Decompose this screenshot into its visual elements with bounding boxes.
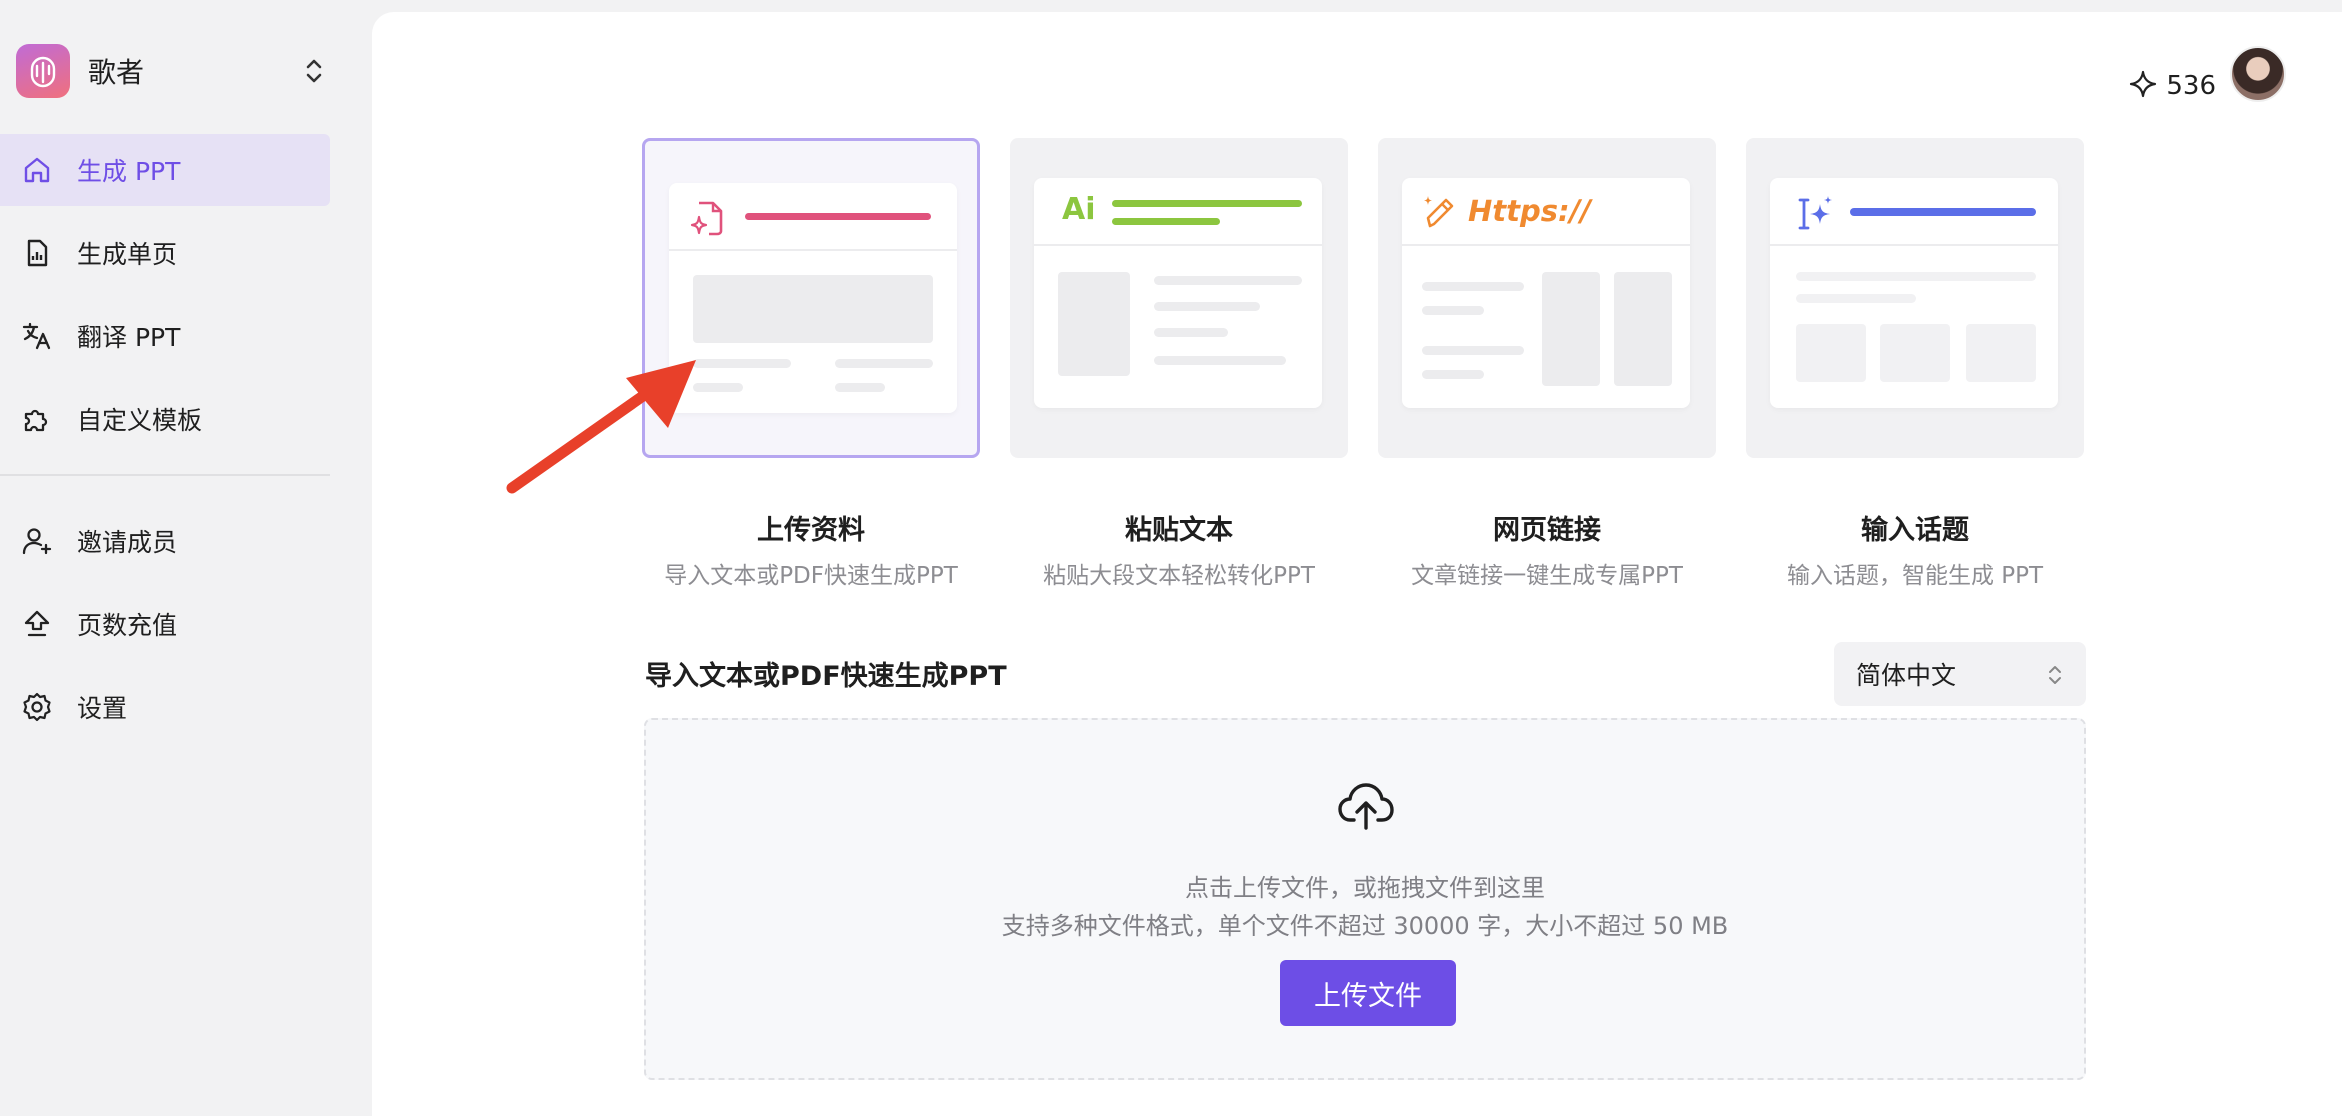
app-logo-icon bbox=[16, 44, 70, 98]
mode-card-topic[interactable] bbox=[1746, 138, 2084, 458]
gear-icon bbox=[20, 690, 54, 724]
home-icon bbox=[20, 153, 54, 187]
mode-subtitle: 导入文本或PDF快速生成PPT bbox=[664, 563, 958, 589]
language-select[interactable]: 简体中文 bbox=[1834, 642, 2086, 706]
mode-subtitle: 粘贴大段文本轻松转化PPT bbox=[1043, 563, 1315, 589]
upload-file-button[interactable]: 上传文件 bbox=[1280, 960, 1456, 1026]
workspace-name: 歌者 bbox=[88, 56, 145, 89]
card-preview: Ai bbox=[1034, 178, 1322, 408]
credits-indicator[interactable]: 536 bbox=[2128, 56, 2216, 116]
mode-card-web-link[interactable]: Https:// bbox=[1378, 138, 1716, 458]
sidebar-item-label: 自定义模板 bbox=[77, 406, 203, 435]
mode-subtitle: 文章链接一键生成专属PPT bbox=[1411, 563, 1683, 589]
sidebar-item-label: 生成单页 bbox=[77, 240, 178, 269]
ai-text-icon: Ai bbox=[1062, 192, 1096, 227]
file-sparkle-icon bbox=[689, 199, 727, 241]
mode-subtitle: 输入话题，智能生成 PPT bbox=[1786, 563, 2044, 589]
sidebar-item-generate-page[interactable]: 生成单页 bbox=[0, 217, 330, 289]
puzzle-icon bbox=[20, 402, 54, 436]
sidebar-item-label: 页数充值 bbox=[77, 610, 178, 640]
sidebar-item-label: 设置 bbox=[77, 693, 128, 723]
sidebar: 歌者 生成 PPT 生成单页 翻译 PPT 自定义模板 邀请成员 页数充值 设置 bbox=[0, 0, 372, 1116]
cursor-sparkle-icon bbox=[1794, 194, 1834, 238]
dropzone-limits: 支持多种文件格式，单个文件不超过 30000 字，大小不超过 50 MB bbox=[1001, 912, 1729, 940]
cloud-upload-icon bbox=[1336, 780, 1396, 832]
annotation-arrow-icon bbox=[506, 360, 696, 494]
mode-cards: 上传资料 导入文本或PDF快速生成PPT Ai 粘贴文本 粘贴大段文本轻松转化P… bbox=[642, 138, 2086, 589]
sidebar-item-label: 邀请成员 bbox=[77, 527, 178, 557]
translate-icon bbox=[20, 319, 54, 353]
file-dropzone[interactable]: 点击上传文件，或拖拽文件到这里 支持多种文件格式，单个文件不超过 30000 字… bbox=[644, 718, 2086, 1080]
sidebar-item-invite-members[interactable]: 邀请成员 bbox=[0, 499, 330, 582]
card-preview: Https:// bbox=[1402, 178, 1690, 408]
mode-card-paste-text[interactable]: Ai bbox=[1010, 138, 1348, 458]
sidebar-item-custom-template[interactable]: 自定义模板 bbox=[0, 383, 330, 455]
sidebar-item-label: 生成 PPT bbox=[77, 157, 181, 186]
upload-arrow-icon bbox=[20, 607, 54, 641]
workspace-switcher[interactable]: 歌者 bbox=[16, 43, 328, 99]
avatar[interactable] bbox=[2230, 46, 2286, 102]
main-panel: 536 上传资料 导入文本或PDF快速生成PPT Ai 粘贴文本 粘贴大段文本轻… bbox=[372, 12, 2342, 1116]
chevron-up-down-icon[interactable] bbox=[300, 55, 328, 87]
sparkle-icon bbox=[2128, 69, 2158, 103]
sidebar-item-settings[interactable]: 设置 bbox=[0, 665, 330, 748]
section-title: 导入文本或PDF快速生成PPT bbox=[645, 661, 1007, 692]
https-label: Https:// bbox=[1468, 194, 1591, 228]
dropzone-instruction: 点击上传文件，或拖拽文件到这里 bbox=[1185, 874, 1545, 902]
mode-title: 粘贴文本 bbox=[1125, 515, 1233, 546]
mode-title: 输入话题 bbox=[1861, 515, 1969, 546]
mode-title: 网页链接 bbox=[1493, 515, 1601, 546]
user-plus-icon bbox=[20, 524, 54, 558]
chevron-up-down-icon bbox=[2046, 662, 2064, 694]
sidebar-item-label: 翻译 PPT bbox=[77, 323, 181, 352]
sidebar-divider bbox=[0, 474, 330, 476]
magic-pen-icon bbox=[1420, 192, 1460, 236]
credits-count: 536 bbox=[2166, 71, 2216, 101]
sidebar-item-translate-ppt[interactable]: 翻译 PPT bbox=[0, 300, 330, 372]
sidebar-item-recharge[interactable]: 页数充值 bbox=[0, 582, 330, 665]
sidebar-nav: 生成 PPT 生成单页 翻译 PPT 自定义模板 邀请成员 页数充值 设置 bbox=[0, 134, 330, 748]
language-select-value: 简体中文 bbox=[1856, 661, 1957, 690]
file-chart-icon bbox=[20, 236, 54, 270]
card-preview bbox=[1770, 178, 2058, 408]
mode-title: 上传资料 bbox=[757, 515, 865, 546]
sidebar-item-generate-ppt[interactable]: 生成 PPT bbox=[0, 134, 330, 206]
